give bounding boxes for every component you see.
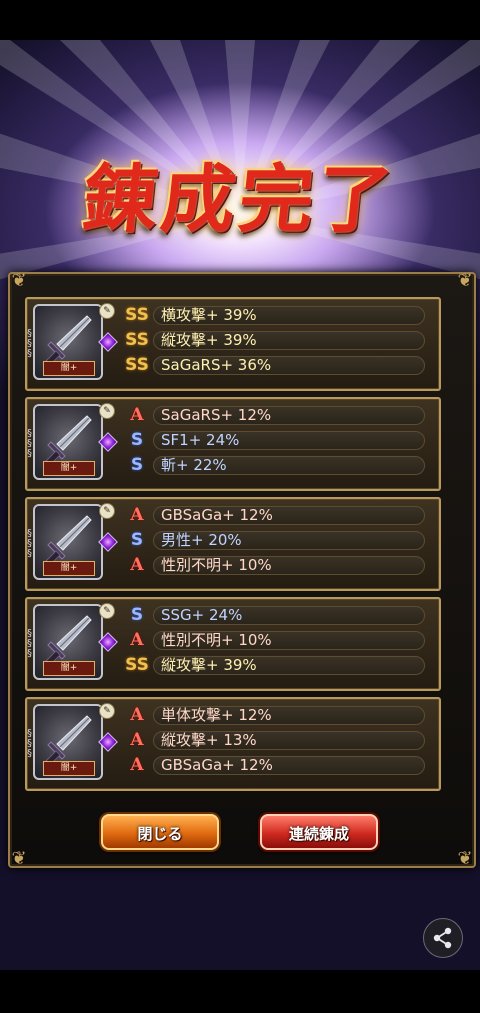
bonus-row: S SF1+ 24% — [125, 430, 425, 451]
bonus-text: 斬+ 22% — [161, 456, 227, 474]
bonus-row: A GBSaGa+ 12% — [125, 755, 425, 776]
bonus-text: 性別不明+ 10% — [161, 631, 272, 649]
corner-ornament: ❦ — [457, 270, 473, 291]
bonus-text: GBSaGa+ 12% — [161, 506, 273, 524]
tier-gold-icon: SS — [125, 305, 149, 325]
bonus-row: A 縦攻撃+ 13% — [125, 730, 425, 751]
result-card[interactable]: 闇+ ✎ § § § S SSG+ 24% A 性別不明+ 10% SS 縦攻撃+ 39% — [25, 597, 441, 691]
close-button[interactable]: 閉じる — [101, 814, 219, 850]
sword-icon — [44, 715, 92, 767]
bonus-text: 横攻撃+ 39% — [161, 306, 257, 324]
bonus-row: S 斬+ 22% — [125, 455, 425, 476]
share-icon — [433, 927, 452, 949]
weapon-element-label: 闇+ — [43, 661, 95, 676]
bonus-text: SaGaRS+ 12% — [161, 406, 272, 424]
weapon-thumbnail: 闇+ — [33, 304, 103, 380]
bonus-text: 性別不明+ 10% — [161, 556, 272, 574]
tier-red-icon: A — [130, 705, 144, 725]
tier-red-icon: A — [130, 755, 144, 775]
bonus-text: 男性+ 20% — [161, 531, 242, 549]
page-title: 錬成完了 — [78, 157, 400, 243]
weapon-element-label: 闇+ — [43, 461, 95, 476]
bonus-row: S SSG+ 24% — [125, 605, 425, 626]
result-card[interactable]: 闇+ ✎ § § § A 単体攻撃+ 12% A 縦攻撃+ 13% A GBSaGa+ 12% — [25, 697, 441, 791]
chain-icon: § § § — [27, 328, 32, 359]
tier-red-icon: A — [130, 555, 144, 575]
tier-gold-icon: SS — [125, 655, 149, 675]
bonus-row: A 単体攻撃+ 12% — [125, 705, 425, 726]
chain-icon: § § § — [27, 528, 32, 559]
chain-icon: § § § — [27, 628, 32, 659]
tier-gold-icon: SS — [125, 355, 149, 375]
chain-icon: § § § — [27, 428, 32, 459]
sword-icon — [44, 615, 92, 667]
sword-icon — [44, 315, 92, 367]
bonus-row: SS 縦攻撃+ 39% — [125, 655, 425, 676]
share-button[interactable] — [423, 918, 463, 958]
weapon-thumbnail: 闇+ — [33, 604, 103, 680]
bonus-text: 単体攻撃+ 12% — [161, 706, 272, 724]
tier-blue-icon: S — [130, 455, 144, 475]
tier-blue-icon: S — [130, 530, 144, 550]
weapon-thumbnail: 闇+ — [33, 704, 103, 780]
weapon-element-label: 闇+ — [43, 761, 95, 776]
bonus-row: A SaGaRS+ 12% — [125, 405, 425, 426]
continuous-forge-button[interactable]: 連続錬成 — [260, 814, 378, 850]
result-card[interactable]: 闇+ ✎ § § § A GBSaGa+ 12% S 男性+ 20% A 性別不明+ 10% — [25, 497, 441, 591]
bonus-text: GBSaGa+ 12% — [161, 756, 273, 774]
bonus-text: 縦攻撃+ 13% — [161, 731, 257, 749]
lock-pin-icon: ✎ — [99, 503, 115, 519]
tier-gold-icon: SS — [125, 330, 149, 350]
weapon-thumbnail: 闇+ — [33, 504, 103, 580]
bonus-row: SS 縦攻撃+ 39% — [125, 330, 425, 351]
corner-ornament: ❦ — [11, 848, 27, 869]
chain-icon: § § § — [27, 728, 32, 759]
tier-blue-icon: S — [130, 430, 144, 450]
weapon-element-label: 闇+ — [43, 561, 95, 576]
bonus-text: SaGaRS+ 36% — [161, 356, 272, 374]
lock-pin-icon: ✎ — [99, 603, 115, 619]
tier-blue-icon: S — [130, 605, 144, 625]
status-bar — [0, 0, 480, 40]
corner-ornament: ❦ — [457, 848, 473, 869]
result-card[interactable]: 闇+ ✎ § § § SS 横攻撃+ 39% SS 縦攻撃+ 39% SS SaGaRS+ 36% — [25, 297, 441, 391]
sword-icon — [44, 415, 92, 467]
lock-pin-icon: ✎ — [99, 403, 115, 419]
bonus-row: A 性別不明+ 10% — [125, 555, 425, 576]
corner-ornament: ❦ — [11, 270, 27, 291]
bonus-row: A GBSaGa+ 12% — [125, 505, 425, 526]
bottom-bar — [0, 970, 480, 1013]
weapon-thumbnail: 闇+ — [33, 404, 103, 480]
bonus-row: SS 横攻撃+ 39% — [125, 305, 425, 326]
weapon-element-label: 闇+ — [43, 361, 95, 376]
bonus-text: 縦攻撃+ 39% — [161, 656, 257, 674]
tier-red-icon: A — [130, 730, 144, 750]
bonus-text: 縦攻撃+ 39% — [161, 331, 257, 349]
result-card[interactable]: 闇+ ✎ § § § A SaGaRS+ 12% S SF1+ 24% S 斬+ 22% — [25, 397, 441, 491]
tier-red-icon: A — [130, 405, 144, 425]
tier-red-icon: A — [130, 505, 144, 525]
lock-pin-icon: ✎ — [99, 303, 115, 319]
sword-icon — [44, 515, 92, 567]
bonus-text: SF1+ 24% — [161, 431, 240, 449]
bonus-row: SS SaGaRS+ 36% — [125, 355, 425, 376]
tier-red-icon: A — [130, 630, 144, 650]
bonus-text: SSG+ 24% — [161, 606, 243, 624]
lock-pin-icon: ✎ — [99, 703, 115, 719]
bonus-row: A 性別不明+ 10% — [125, 630, 425, 651]
bonus-row: S 男性+ 20% — [125, 530, 425, 551]
